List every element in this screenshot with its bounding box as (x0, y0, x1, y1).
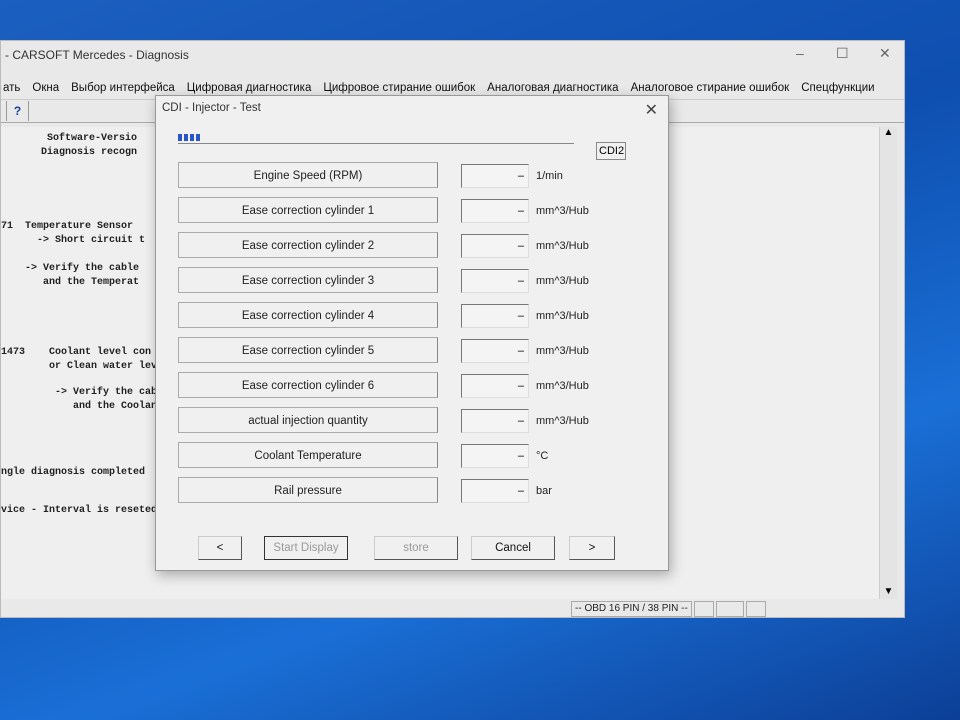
scroll-down-icon[interactable]: ▼ (880, 586, 897, 597)
progress-fill (178, 134, 202, 141)
measurement-label: Engine Speed (RPM) (178, 162, 438, 188)
log-line: -> Short circuit t (1, 235, 146, 246)
status-pane (745, 601, 766, 617)
status-pane (693, 601, 714, 617)
measurement-row: Ease correction cylinder 6– mm^3/Hub (178, 372, 638, 398)
measurement-row: Ease correction cylinder 5– mm^3/Hub (178, 337, 638, 363)
measurement-row: Coolant Temperature – °C (178, 442, 638, 468)
measurement-unit: 1/min (536, 170, 563, 182)
log-line: ngle diagnosis completed (1, 467, 146, 478)
measurement-value: – (461, 479, 529, 503)
log-line: vice - Interval is reseted (1, 505, 158, 516)
help-button[interactable]: ? (7, 101, 29, 121)
window-title: - CARSOFT Mercedes - Diagnosis (5, 48, 189, 62)
store-button[interactable]: store (374, 536, 458, 560)
measurement-label: Ease correction cylinder 3 (178, 267, 438, 293)
status-bar: -- OBD 16 PIN / 38 PIN -- (571, 601, 901, 617)
measurement-label: actual injection quantity (178, 407, 438, 433)
measurement-unit: °C (536, 450, 549, 462)
log-line: 71 Temperature Sensor (1, 221, 134, 232)
menu-item[interactable]: Аналоговое стирание ошибок (631, 82, 790, 94)
menu-item[interactable]: Аналоговая диагностика (487, 82, 618, 94)
menu-item[interactable]: Выбор интерфейса (71, 82, 175, 94)
measurement-unit: mm^3/Hub (536, 275, 589, 287)
log-line: -> Verify the cable (1, 263, 140, 274)
measurement-unit: mm^3/Hub (536, 380, 589, 392)
measurement-unit: mm^3/Hub (536, 310, 589, 322)
measurement-unit: mm^3/Hub (536, 240, 589, 252)
log-line: Diagnosis recogn (41, 147, 138, 158)
measurement-value: – (461, 374, 529, 398)
log-line: and the Coolant (1, 401, 164, 412)
status-pane (715, 601, 744, 617)
measurement-value: – (461, 304, 529, 328)
measurement-row: Engine Speed (RPM) –1/min (178, 162, 638, 188)
measurement-unit: bar (536, 485, 552, 497)
measurement-value: – (461, 409, 529, 433)
menu-item[interactable]: Спецфункции (801, 82, 874, 94)
measurement-row: Ease correction cylinder 4– mm^3/Hub (178, 302, 638, 328)
menu-item[interactable]: Цифровая диагностика (187, 82, 312, 94)
close-button[interactable]: ✕ (879, 45, 891, 62)
minimize-button[interactable]: – (796, 45, 804, 61)
measurement-value: – (461, 234, 529, 258)
measurement-label: Ease correction cylinder 6 (178, 372, 438, 398)
measurement-value: – (461, 339, 529, 363)
injector-test-dialog: CDI - Injector - Test ✕ CDI2 Engine Spee… (155, 95, 669, 571)
log-line: Software-Versio (47, 133, 138, 144)
measurement-row: Ease correction cylinder 3– mm^3/Hub (178, 267, 638, 293)
scroll-up-icon[interactable]: ▲ (880, 127, 897, 138)
menu-item[interactable]: ать (3, 82, 20, 94)
log-line: -> Verify the cabl (1, 387, 164, 398)
log-line: 1473 Coolant level con (1, 347, 152, 358)
connection-status: -- OBD 16 PIN / 38 PIN -- (571, 601, 692, 617)
maximize-button[interactable]: ☐ (836, 45, 849, 62)
next-button[interactable]: > (569, 536, 615, 560)
title-bar: - CARSOFT Mercedes - Diagnosis – ☐ ✕ (1, 41, 904, 69)
measurement-value: – (461, 269, 529, 293)
measurement-row: Ease correction cylinder 2– mm^3/Hub (178, 232, 638, 258)
measurement-label: Ease correction cylinder 2 (178, 232, 438, 258)
measurement-label: Rail pressure (178, 477, 438, 503)
dialog-close-icon[interactable]: ✕ (645, 100, 658, 120)
measurement-value: – (461, 199, 529, 223)
menu-item[interactable]: Окна (32, 82, 59, 94)
measurement-unit: mm^3/Hub (536, 205, 589, 217)
start-display-button[interactable]: Start Display (264, 536, 348, 560)
measurement-label: Ease correction cylinder 5 (178, 337, 438, 363)
measurement-row: Rail pressure – bar (178, 477, 638, 503)
log-line: and the Temperat (1, 277, 140, 288)
measurement-unit: mm^3/Hub (536, 345, 589, 357)
progress-bar (178, 134, 574, 144)
measurement-label: Ease correction cylinder 1 (178, 197, 438, 223)
menu-item[interactable]: Цифровое стирание ошибок (323, 82, 475, 94)
dialog-title: CDI - Injector - Test (162, 102, 261, 114)
measurement-label: Coolant Temperature (178, 442, 438, 468)
measurement-row: actual injection quantity – mm^3/Hub (178, 407, 638, 433)
vertical-scrollbar[interactable]: ▲ ▼ (879, 127, 897, 599)
cancel-button[interactable]: Cancel (471, 536, 555, 560)
previous-button[interactable]: < (198, 536, 242, 560)
log-line: or Clean water lev (1, 361, 158, 372)
measurement-unit: mm^3/Hub (536, 415, 589, 427)
measurement-row: Ease correction cylinder 1– mm^3/Hub (178, 197, 638, 223)
measurement-value: – (461, 164, 529, 188)
ecu-label: CDI2 (596, 142, 626, 160)
measurement-value: – (461, 444, 529, 468)
measurement-label: Ease correction cylinder 4 (178, 302, 438, 328)
